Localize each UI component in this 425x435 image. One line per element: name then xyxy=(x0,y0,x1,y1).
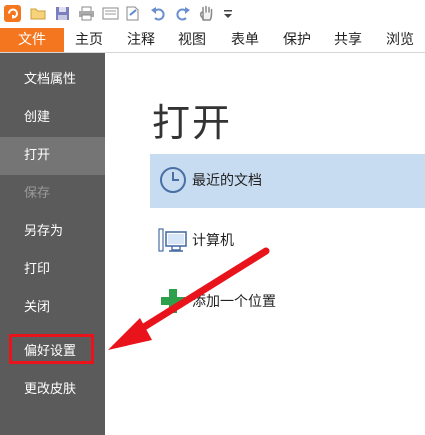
option-recent-documents[interactable]: 最近的文档 xyxy=(150,154,425,208)
option-add-location-label: 添加一个位置 xyxy=(192,294,276,310)
ribbon-tab-bar: 文件 主页 注释 视图 表单 保护 共享 浏览 xyxy=(0,28,425,53)
undo-icon[interactable] xyxy=(150,5,167,22)
computer-icon xyxy=(158,225,188,255)
open-folder-icon[interactable] xyxy=(30,5,47,22)
option-computer[interactable]: 计算机 xyxy=(150,214,425,268)
menu-save[interactable]: 保存 xyxy=(0,175,105,213)
clock-icon xyxy=(158,165,188,195)
tab-protect[interactable]: 保护 xyxy=(283,28,311,52)
tab-browse[interactable]: 浏览 xyxy=(386,28,414,52)
tab-view[interactable]: 视图 xyxy=(178,28,206,52)
save-icon[interactable] xyxy=(54,5,71,22)
tab-form[interactable]: 表单 xyxy=(231,28,259,52)
file-tab[interactable]: 文件 xyxy=(0,28,64,52)
page-title: 打开 xyxy=(152,101,233,145)
menu-document-properties[interactable]: 文档属性 xyxy=(0,61,105,99)
page-icon[interactable] xyxy=(124,5,141,22)
quick-access-toolbar xyxy=(0,0,425,28)
redo-icon[interactable] xyxy=(174,5,191,22)
tab-comment[interactable]: 注释 xyxy=(127,28,155,52)
print-preview-icon[interactable] xyxy=(102,5,119,22)
print-icon[interactable] xyxy=(78,5,95,22)
app-logo-icon[interactable] xyxy=(4,5,21,22)
menu-close[interactable]: 关闭 xyxy=(0,289,105,327)
tab-share[interactable]: 共享 xyxy=(334,28,362,52)
hand-tool-icon[interactable] xyxy=(198,5,215,22)
option-computer-label: 计算机 xyxy=(192,233,234,249)
option-recent-documents-label: 最近的文档 xyxy=(192,173,262,189)
option-add-location[interactable]: 添加一个位置 xyxy=(150,275,425,329)
menu-open[interactable]: 打开 xyxy=(0,137,105,175)
menu-save-as[interactable]: 另存为 xyxy=(0,213,105,251)
tab-home[interactable]: 主页 xyxy=(75,28,103,52)
menu-change-skin[interactable]: 更改皮肤 xyxy=(0,371,105,409)
customize-dropdown-icon[interactable] xyxy=(222,5,234,22)
menu-print[interactable]: 打印 xyxy=(0,251,105,289)
file-menu-sidebar: 文档属性 创建 打开 保存 另存为 打印 关闭 偏好设置 更改皮肤 xyxy=(0,53,105,435)
plus-icon xyxy=(158,286,188,316)
menu-create[interactable]: 创建 xyxy=(0,99,105,137)
preferences-highlight-box xyxy=(9,334,94,364)
